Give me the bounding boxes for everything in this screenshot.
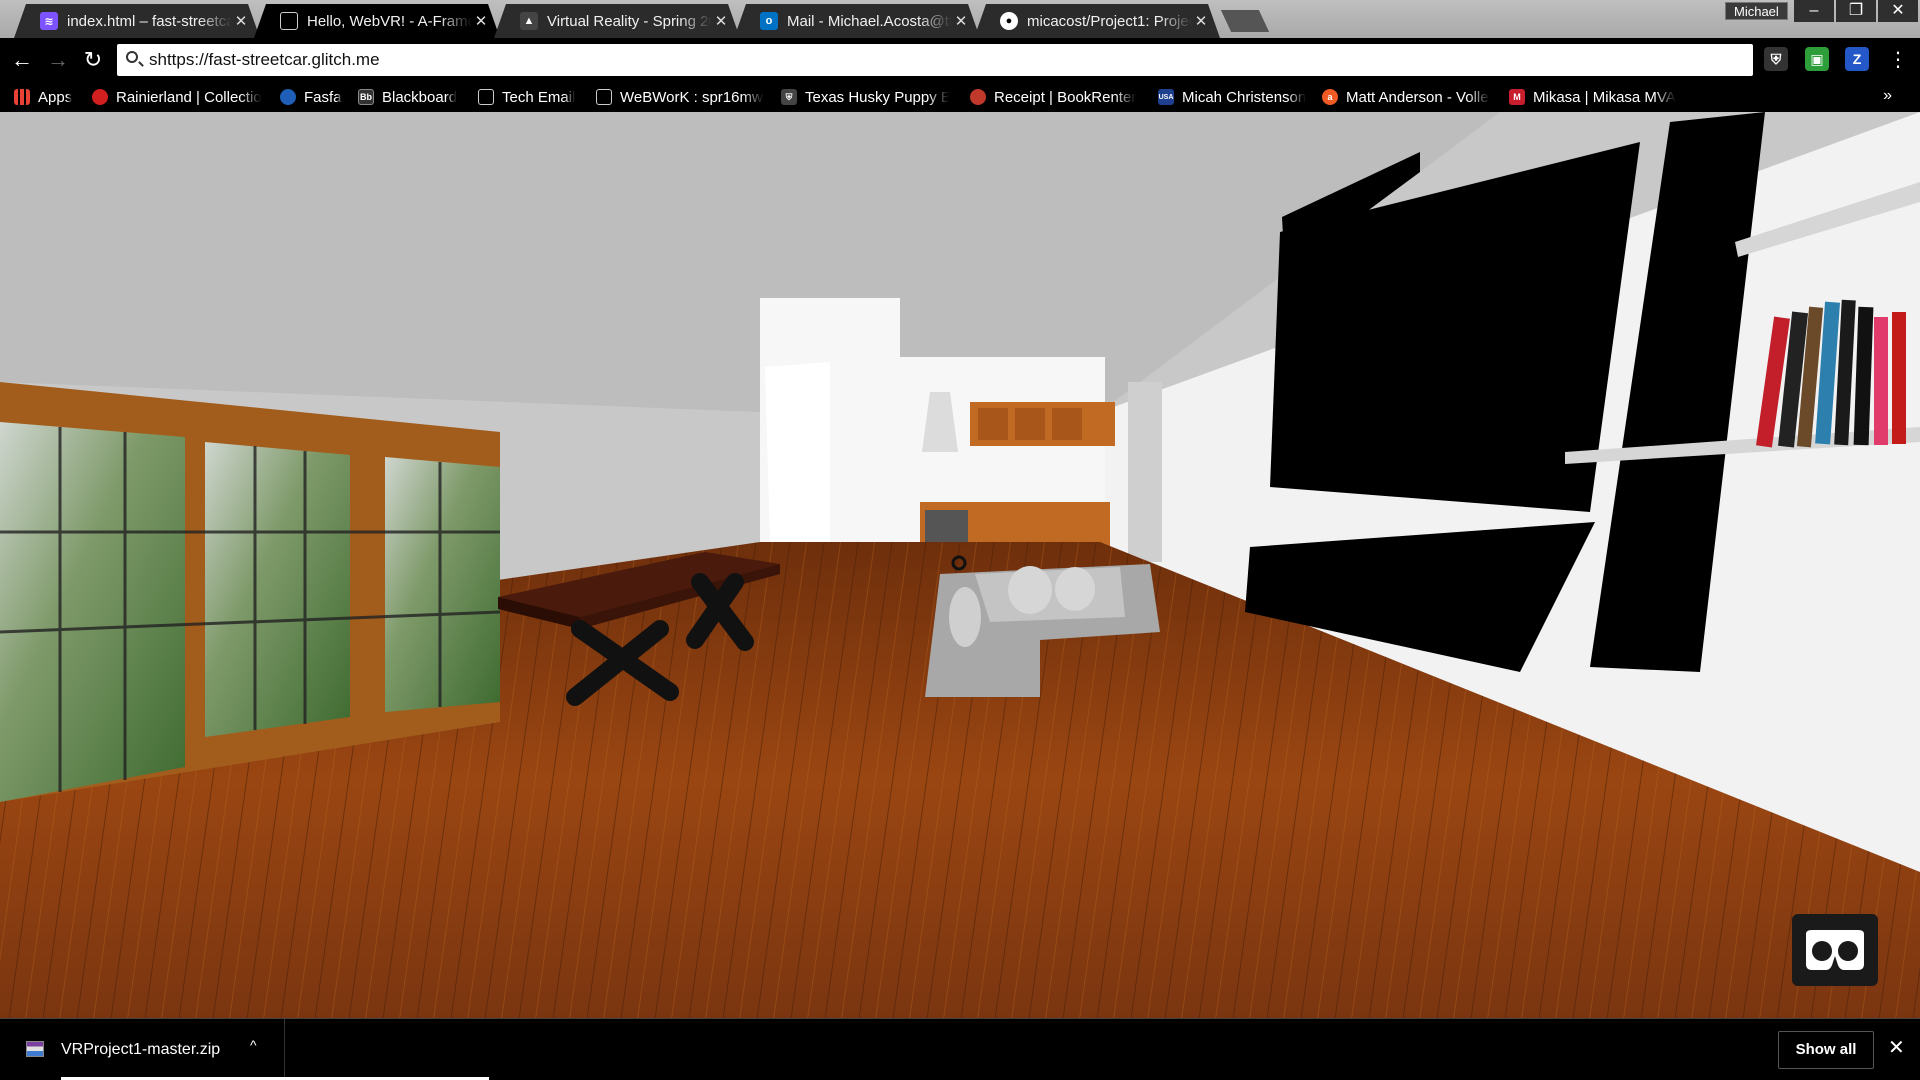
browser-toolbar: ← → ↻ shttps://fast-streetcar.glitch.me … xyxy=(0,38,1920,82)
tab-virtual-reality[interactable]: ▲ Virtual Reality - Spring 2017 ✕ xyxy=(494,4,740,38)
close-tab-icon[interactable]: ✕ xyxy=(1192,12,1210,30)
close-tab-icon[interactable]: ✕ xyxy=(712,12,730,30)
tab-title: micacost/Project1: Project 1 xyxy=(1027,12,1189,30)
z-extension-icon[interactable]: Z xyxy=(1845,47,1869,71)
bookmark-micah-christenson[interactable]: USA Micah Christenson xyxy=(1158,82,1306,112)
fasfa-icon xyxy=(280,89,296,105)
close-tab-icon[interactable]: ✕ xyxy=(232,12,250,30)
close-window-button[interactable]: ✕ xyxy=(1878,0,1918,22)
forward-button[interactable]: → xyxy=(44,46,72,74)
green-extension-icon[interactable]: ▣ xyxy=(1805,47,1829,71)
bookmark-blackboard[interactable]: Bb Blackboard xyxy=(358,82,457,112)
new-tab-button[interactable] xyxy=(1220,10,1270,32)
close-tab-icon[interactable]: ✕ xyxy=(472,12,490,30)
close-downloads-bar-icon[interactable]: ✕ xyxy=(1888,1035,1905,1060)
bookmark-bookrenter[interactable]: Receipt | BookRenter xyxy=(970,82,1136,112)
bookmark-webwork[interactable]: WeBWorK : spr16mwe xyxy=(596,82,764,112)
tab-mail[interactable]: o Mail - Michael.Acosta@ttu.edu ✕ xyxy=(734,4,980,38)
zip-file-icon xyxy=(26,1041,44,1057)
bookmarks-bar: Apps Rainierland | Collection Fasfa Bb B… xyxy=(0,82,1920,112)
bookmark-tech-email[interactable]: Tech Email xyxy=(478,82,575,112)
page-icon xyxy=(280,12,298,30)
bookmark-mikasa[interactable]: M Mikasa | Mikasa MVA xyxy=(1509,82,1676,112)
tab-github-project[interactable]: ● micacost/Project1: Project 1 ✕ xyxy=(974,4,1220,38)
a-icon: a xyxy=(1322,89,1338,105)
vr-scene-canvas[interactable] xyxy=(0,112,1920,1018)
blackboard-icon: Bb xyxy=(358,89,374,105)
bookmark-apps[interactable]: Apps xyxy=(14,82,72,112)
tab-title: index.html – fast-streetcar xyxy=(67,12,232,30)
bookmark-fasfa[interactable]: Fasfa xyxy=(280,82,342,112)
aframe-icon: ▲ xyxy=(520,12,538,30)
page-icon xyxy=(478,89,494,105)
chevron-up-icon[interactable]: ^ xyxy=(250,1037,257,1053)
mikasa-icon: M xyxy=(1509,89,1525,105)
tab-glitch-editor[interactable]: ≋ index.html – fast-streetcar ✕ xyxy=(14,4,260,38)
profile-button[interactable]: Michael xyxy=(1725,2,1788,20)
tab-strip: ≋ index.html – fast-streetcar ✕ Hello, W… xyxy=(0,0,1920,38)
shield-extension-icon[interactable]: ⛨ xyxy=(1764,47,1788,71)
enter-vr-button[interactable] xyxy=(1792,914,1878,986)
download-item[interactable]: VRProject1-master.zip ^ xyxy=(0,1019,285,1080)
back-button[interactable]: ← xyxy=(8,46,36,74)
usa-icon: USA xyxy=(1158,89,1174,105)
bookmark-texas-husky[interactable]: ⛨ Texas Husky Puppy Breeder xyxy=(781,82,949,112)
bookrenter-icon xyxy=(970,89,986,105)
tab-title: Hello, WebVR! - A-Frame xyxy=(307,12,472,30)
github-icon: ● xyxy=(1000,12,1018,30)
url-text[interactable]: shttps://fast-streetcar.glitch.me xyxy=(149,44,380,76)
tab-title: Virtual Reality - Spring 2017 xyxy=(547,12,709,30)
download-filename[interactable]: VRProject1-master.zip xyxy=(61,1041,220,1059)
minimize-button[interactable]: ‒ xyxy=(1794,0,1834,22)
menu-icon[interactable]: ⋮ xyxy=(1884,46,1912,74)
bookmark-matt-anderson[interactable]: a Matt Anderson - Volleyball xyxy=(1322,82,1490,112)
shield-icon: ⛨ xyxy=(781,89,797,105)
show-all-downloads-button[interactable]: Show all xyxy=(1778,1031,1874,1069)
scene-render xyxy=(0,112,1920,1018)
reload-button[interactable]: ↻ xyxy=(79,46,107,74)
apps-grid-icon xyxy=(14,89,30,105)
more-bookmarks-icon[interactable]: » xyxy=(1883,87,1892,105)
search-icon xyxy=(126,51,138,63)
page-icon xyxy=(596,89,612,105)
restore-button[interactable]: ❐ xyxy=(1836,0,1876,22)
rainierland-icon xyxy=(92,89,108,105)
address-bar[interactable]: shttps://fast-streetcar.glitch.me xyxy=(117,44,1753,76)
outlook-icon: o xyxy=(760,12,778,30)
glitch-icon: ≋ xyxy=(40,12,58,30)
bookmark-rainierland[interactable]: Rainierland | Collection xyxy=(92,82,262,112)
vr-headset-icon xyxy=(1806,930,1864,970)
downloads-bar: VRProject1-master.zip ^ Show all ✕ xyxy=(0,1018,1920,1080)
tab-hello-webvr[interactable]: Hello, WebVR! - A-Frame ✕ xyxy=(254,4,500,38)
tab-title: Mail - Michael.Acosta@ttu.edu xyxy=(787,12,952,30)
close-tab-icon[interactable]: ✕ xyxy=(952,12,970,30)
